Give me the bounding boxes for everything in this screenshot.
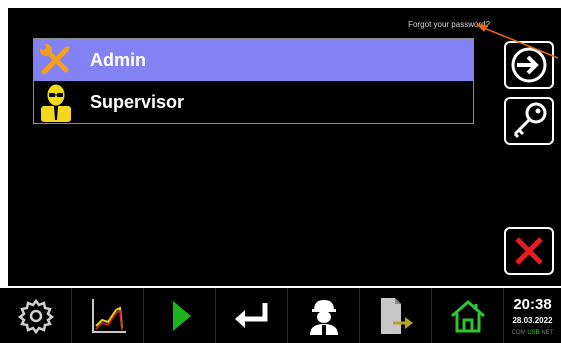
- key-icon: [513, 102, 547, 139]
- usb-status: USB: [527, 330, 540, 336]
- wrench-screwdriver-icon: [34, 39, 78, 81]
- user-label-supervisor: Supervisor: [90, 91, 185, 112]
- clock-date: 28.03.2022: [512, 316, 553, 325]
- supervisor-person-icon: [34, 81, 78, 123]
- export-button[interactable]: [360, 288, 432, 343]
- user-row-supervisor[interactable]: Supervisor: [34, 81, 473, 123]
- close-x-icon: [515, 237, 543, 265]
- enter-button[interactable]: [216, 288, 288, 343]
- change-password-button[interactable]: [504, 97, 554, 145]
- home-icon: [450, 299, 485, 332]
- login-screen: Forgot your password? Admin Supervisor: [8, 8, 561, 286]
- start-button[interactable]: [144, 288, 216, 343]
- trend-chart-icon: [91, 298, 126, 333]
- com-status: COM: [511, 330, 526, 336]
- trend-button[interactable]: [72, 288, 144, 343]
- user-label-admin: Admin: [90, 49, 146, 70]
- document-export-icon: [380, 297, 413, 334]
- user-list: Admin Supervisor: [33, 38, 474, 124]
- net-status: NET: [541, 330, 554, 336]
- home-button[interactable]: [432, 288, 504, 343]
- gear-icon: [17, 298, 54, 334]
- login-arrow-icon: [511, 47, 547, 83]
- play-icon: [172, 300, 191, 331]
- operator-helmet-icon: [309, 299, 338, 335]
- connection-status: COM USB NET: [504, 330, 561, 336]
- taskbar: 20:38 28.03.2022 COM USB NET: [0, 288, 561, 343]
- login-button[interactable]: [504, 41, 554, 89]
- forgot-password-link[interactable]: Forgot your password?: [380, 18, 490, 32]
- enter-return-icon: [234, 302, 267, 328]
- user-row-admin[interactable]: Admin: [34, 39, 473, 81]
- clock-time: 20:38: [513, 296, 552, 313]
- clock-panel: 20:38 28.03.2022 COM USB NET: [504, 288, 561, 343]
- settings-button[interactable]: [0, 288, 72, 343]
- cancel-button[interactable]: [504, 227, 554, 275]
- operator-button[interactable]: [288, 288, 360, 343]
